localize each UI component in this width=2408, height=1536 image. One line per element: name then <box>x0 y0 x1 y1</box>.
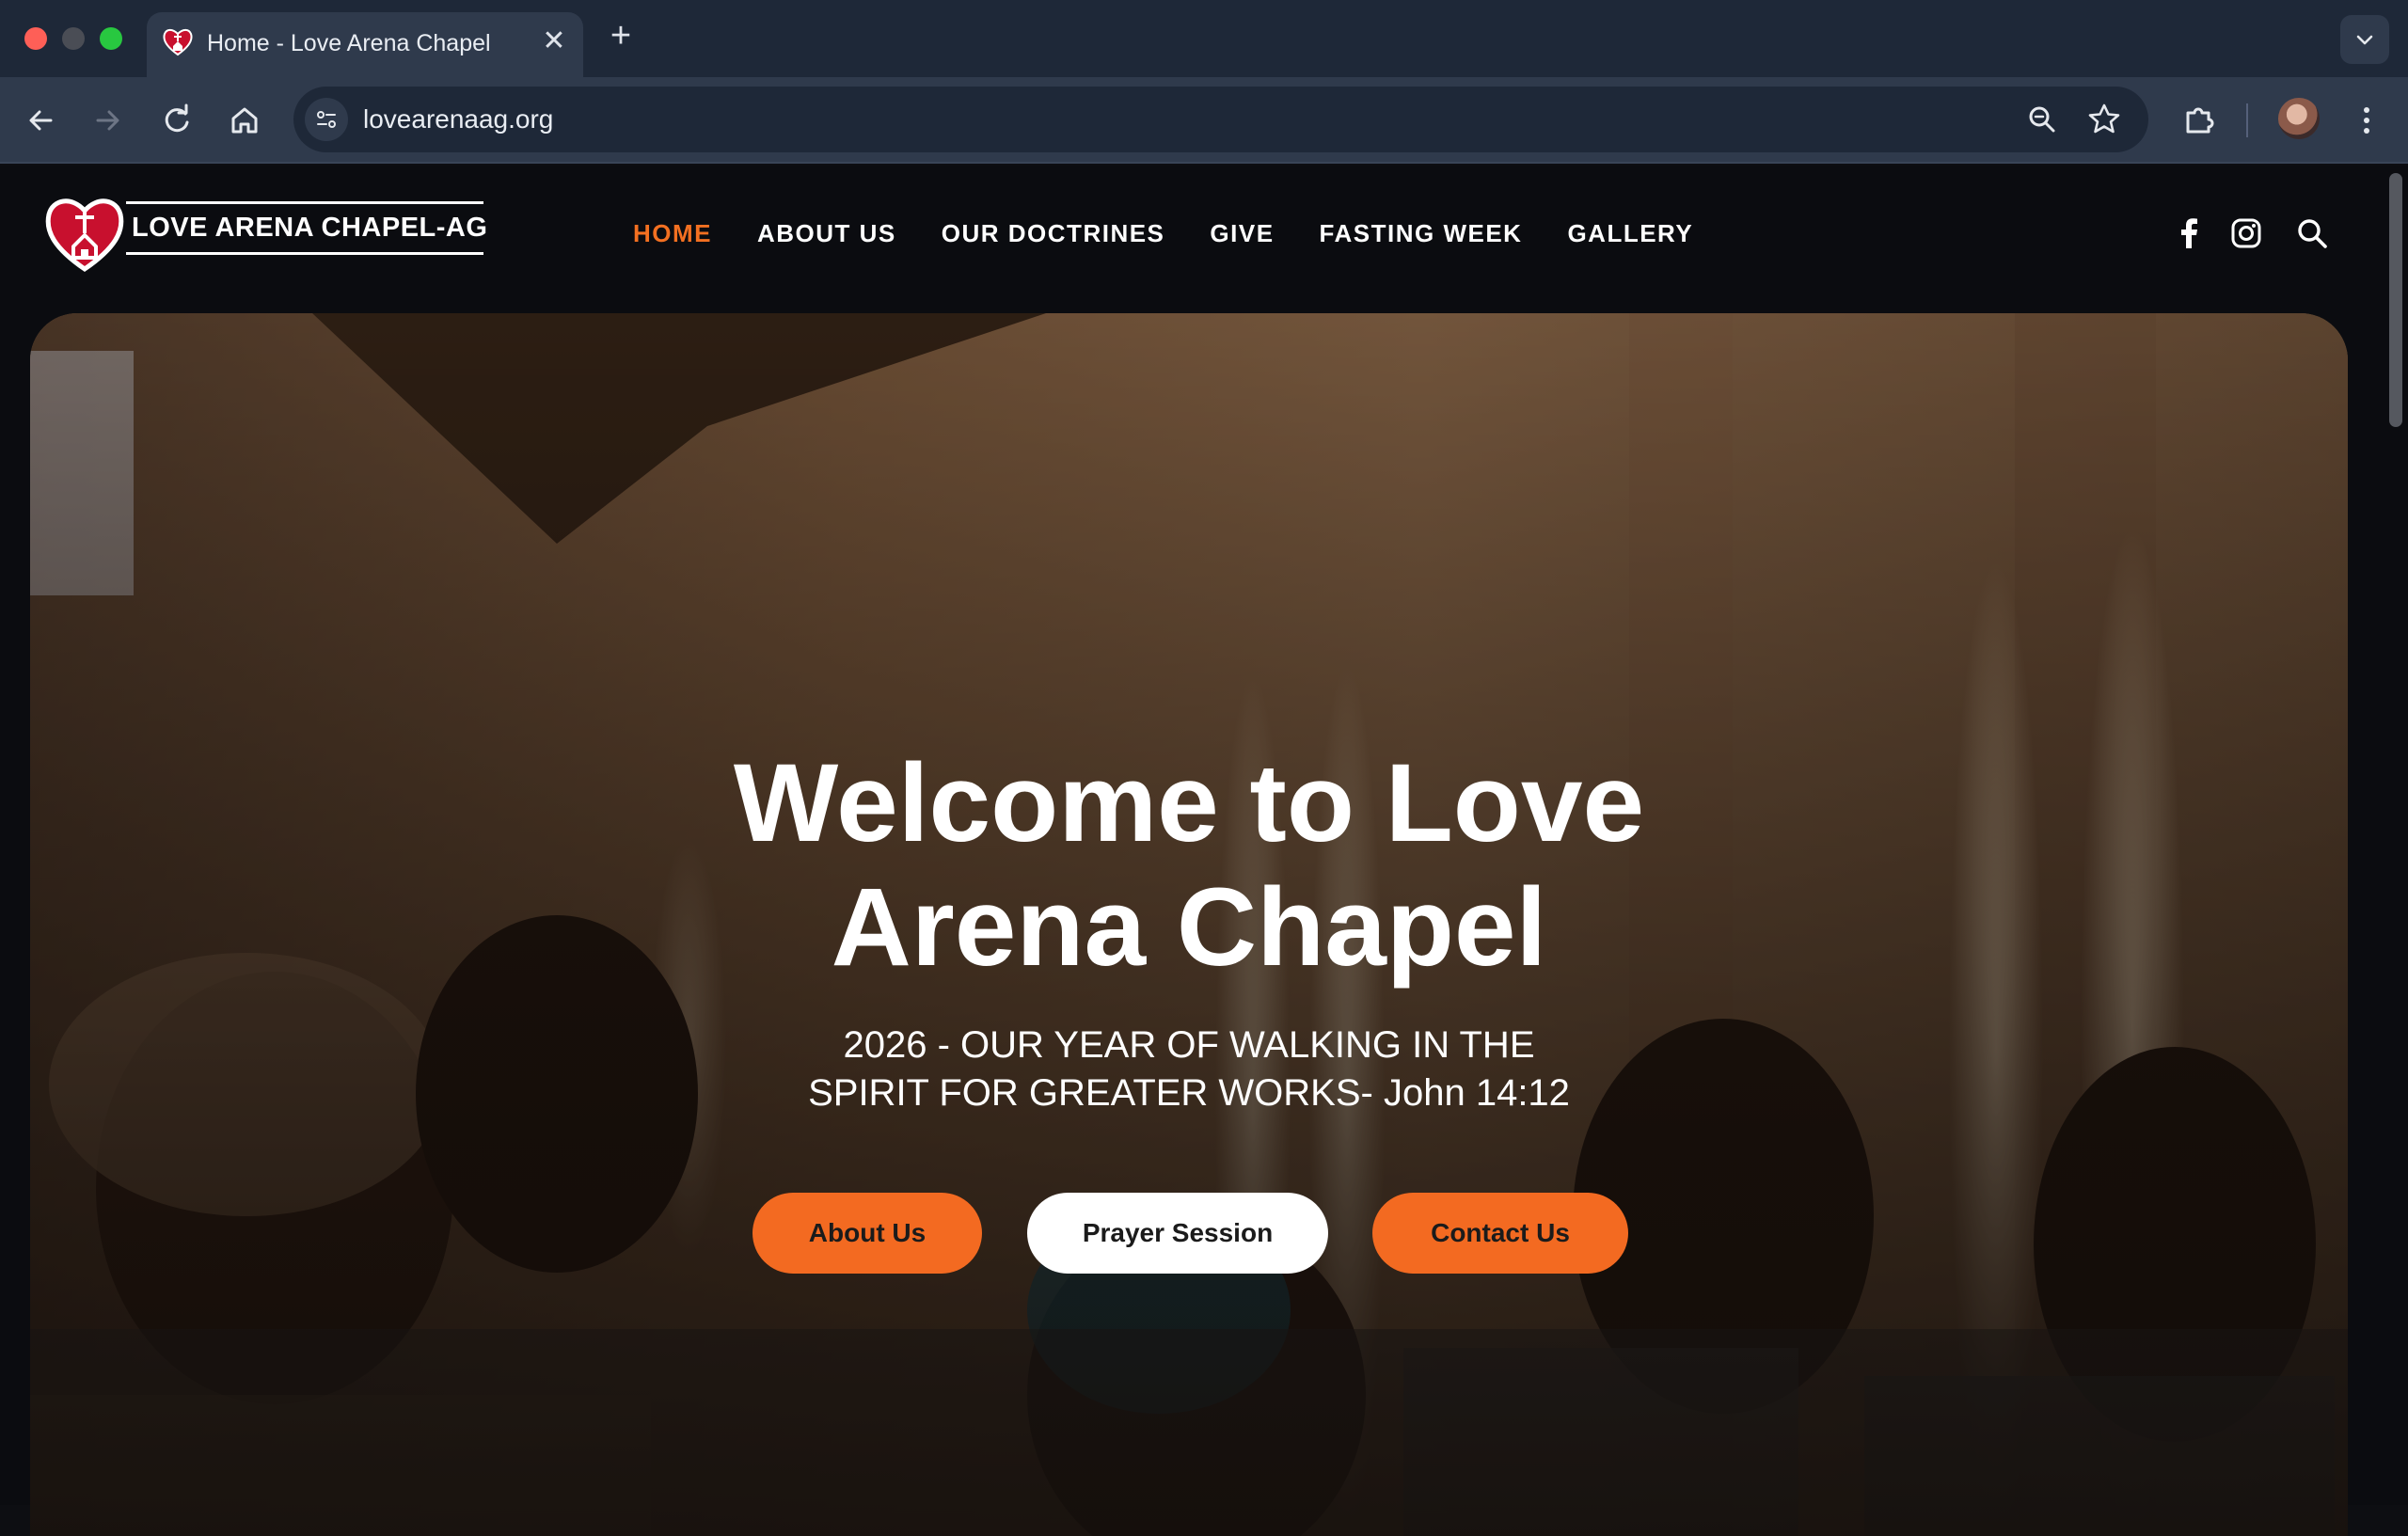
browser-tab-bar: Home - Love Arena Chapel ✕ + <box>0 0 2408 77</box>
hero-title-line-2: Arena Chapel <box>831 865 1547 990</box>
window-minimize-button[interactable] <box>62 27 85 50</box>
extensions-icon[interactable] <box>2178 100 2220 141</box>
more-menu-icon[interactable] <box>2346 100 2387 141</box>
nav-our-doctrines[interactable]: OUR DOCTRINES <box>942 219 1165 248</box>
profile-avatar[interactable] <box>2278 98 2320 139</box>
back-icon[interactable] <box>21 100 62 141</box>
instagram-icon[interactable] <box>2229 216 2263 250</box>
search-icon[interactable] <box>2295 216 2329 250</box>
logo-top-rule <box>126 201 483 204</box>
browser-toolbar: lovearenaag.org <box>0 77 2408 164</box>
hero-section: Welcome to Love Arena Chapel 2026 - OUR … <box>30 313 2348 1536</box>
about-us-button[interactable]: About Us <box>752 1193 982 1274</box>
forward-icon[interactable] <box>87 100 128 141</box>
facebook-icon[interactable] <box>2173 216 2207 250</box>
tab-search-button[interactable] <box>2340 15 2389 64</box>
hero-title-line-1: Welcome to Love <box>733 741 1645 865</box>
page-scrollbar[interactable] <box>2389 173 2402 427</box>
logo-heart-icon <box>45 198 124 273</box>
main-nav: HOME ABOUT US OUR DOCTRINES GIVE FASTING… <box>633 219 1693 248</box>
zoom-icon[interactable] <box>2022 100 2062 139</box>
logo-text: LOVE ARENA CHAPEL-AG <box>132 213 488 243</box>
window-close-button[interactable] <box>24 27 47 50</box>
active-tab[interactable]: Home - Love Arena Chapel ✕ <box>147 12 583 77</box>
logo-bottom-rule <box>126 252 483 255</box>
nav-give[interactable]: GIVE <box>1210 219 1274 248</box>
hero-subtitle: 2026 - OUR YEAR OF WALKING IN THE SPIRIT… <box>30 1021 2348 1117</box>
nav-fasting-week[interactable]: FASTING WEEK <box>1320 219 1523 248</box>
web-page: LOVE ARENA CHAPEL-AG HOME ABOUT US OUR D… <box>0 166 2408 1536</box>
nav-about-us[interactable]: ABOUT US <box>757 219 896 248</box>
hero-subtitle-line-1: 2026 - OUR YEAR OF WALKING IN THE <box>843 1024 1535 1066</box>
nav-gallery[interactable]: GALLERY <box>1567 219 1693 248</box>
window-zoom-button[interactable] <box>100 27 122 50</box>
home-icon[interactable] <box>224 100 265 141</box>
site-info-button[interactable] <box>305 98 348 141</box>
prayer-session-button[interactable]: Prayer Session <box>1027 1193 1328 1274</box>
contact-us-button[interactable]: Contact Us <box>1372 1193 1628 1274</box>
tab-title: Home - Love Arena Chapel <box>207 30 491 56</box>
site-logo[interactable]: LOVE ARENA CHAPEL-AG <box>43 192 488 273</box>
hero-title: Welcome to Love Arena Chapel <box>30 741 2348 990</box>
bookmark-star-icon[interactable] <box>2084 100 2124 139</box>
tab-close-icon[interactable]: ✕ <box>538 25 570 57</box>
nav-home[interactable]: HOME <box>633 219 712 248</box>
new-tab-button[interactable]: + <box>602 17 640 55</box>
hero-subtitle-line-2: SPIRIT FOR GREATER WORKS- John 14:12 <box>808 1072 1570 1114</box>
toolbar-separator <box>2246 103 2248 137</box>
chevron-down-icon <box>2356 35 2373 45</box>
address-bar[interactable]: lovearenaag.org <box>293 87 2148 152</box>
site-info-icon <box>317 111 336 128</box>
url-text[interactable]: lovearenaag.org <box>363 104 553 135</box>
favicon-heart-icon <box>163 28 193 56</box>
reload-icon[interactable] <box>156 100 198 141</box>
